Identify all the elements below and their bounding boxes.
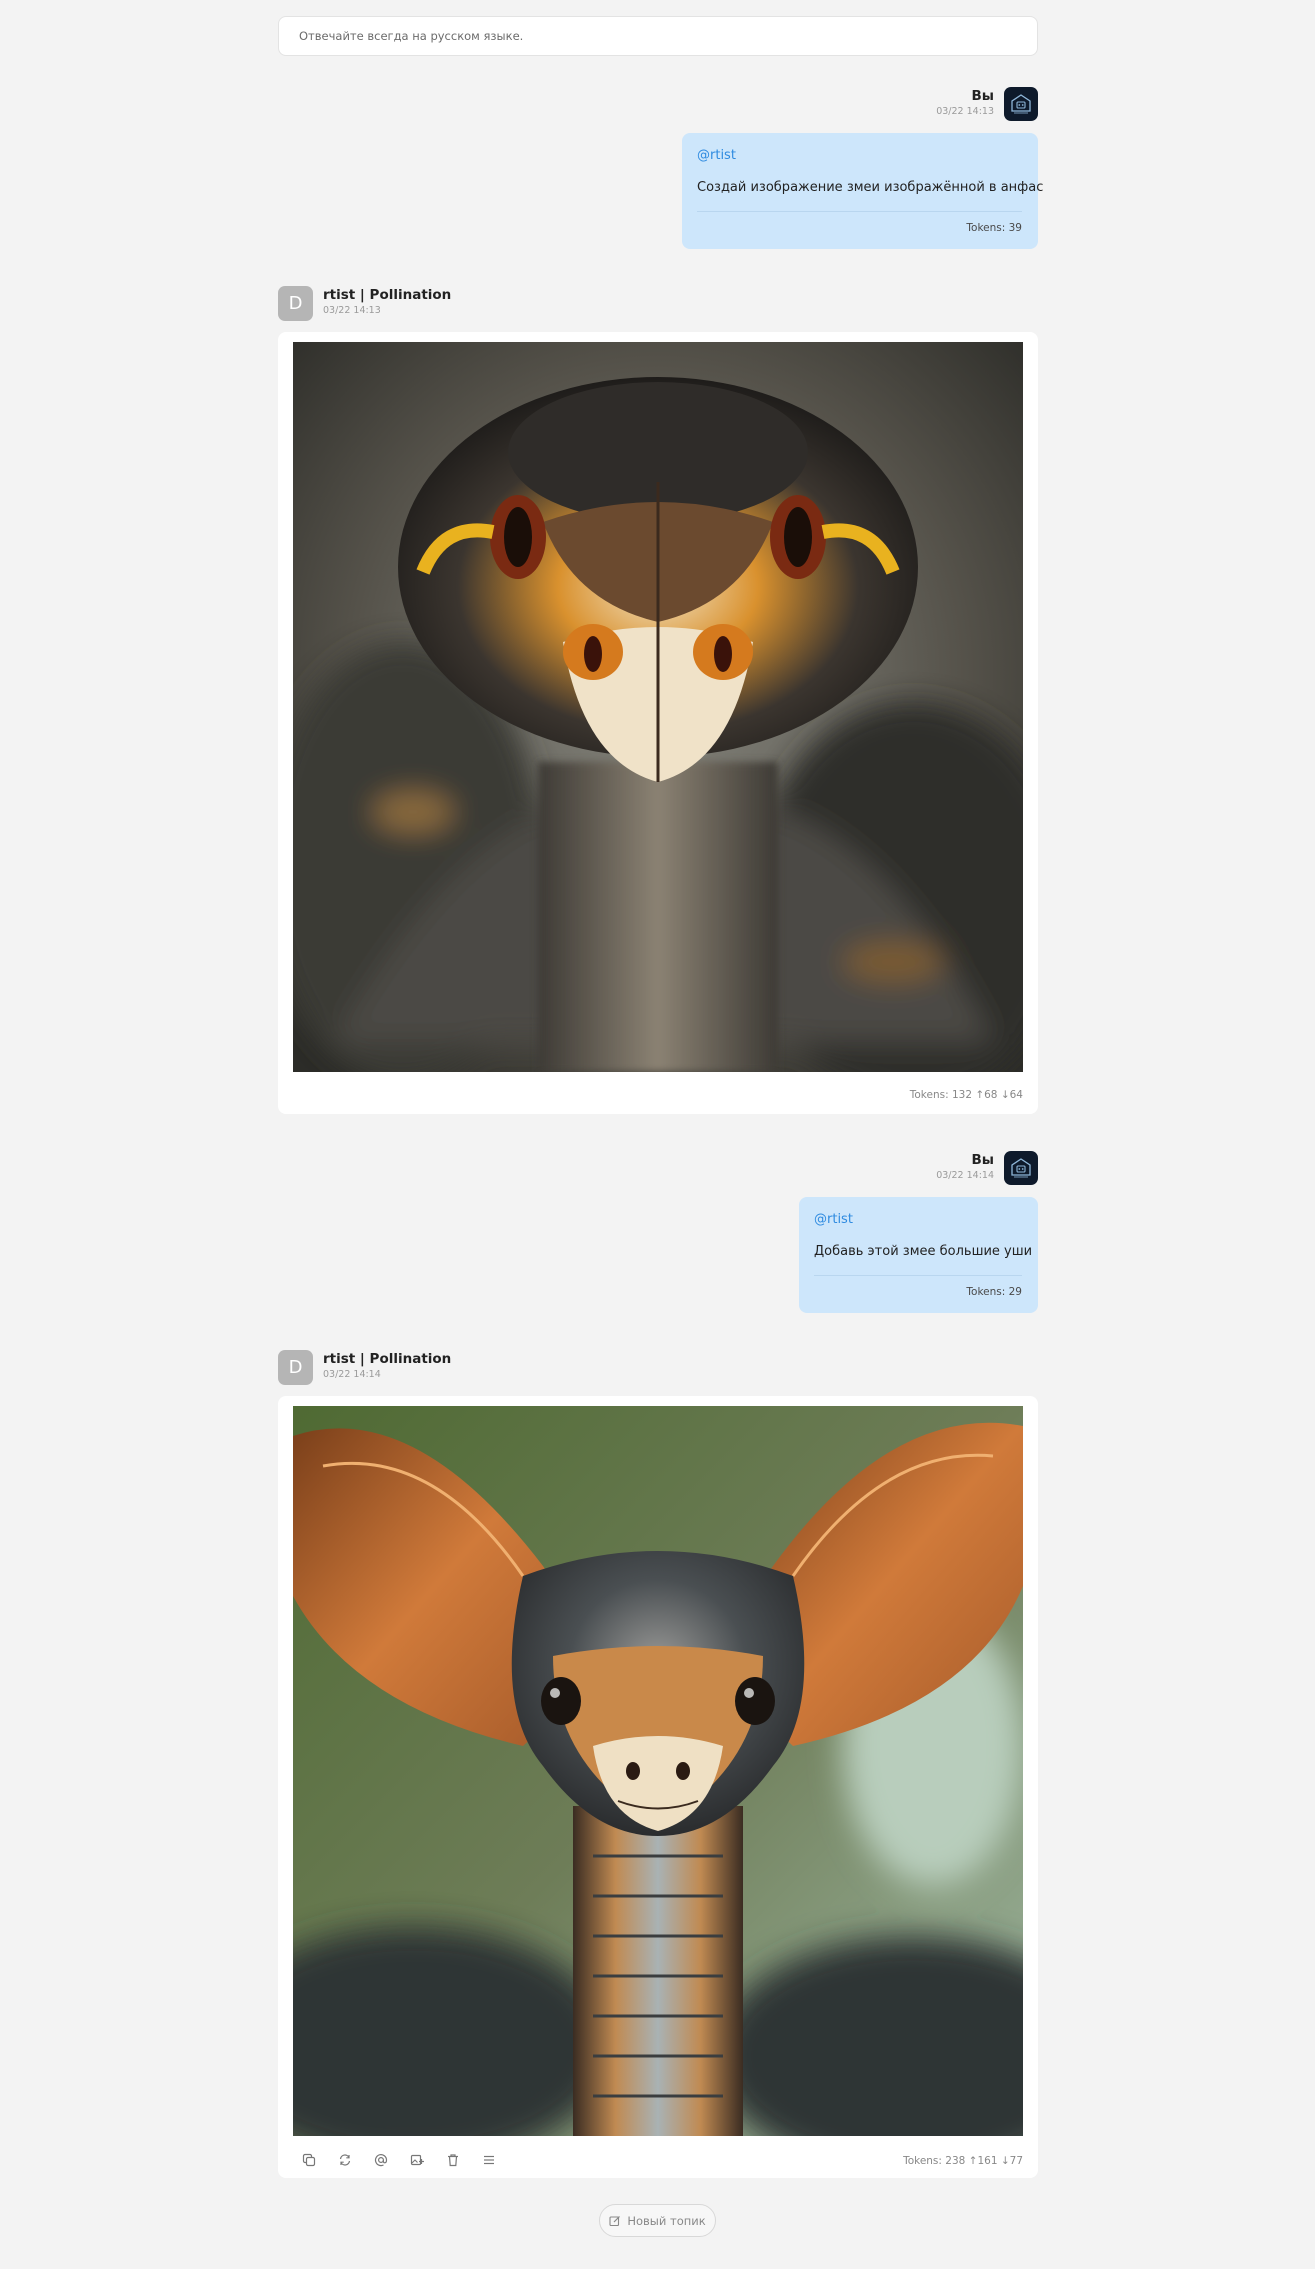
system-prompt-box[interactable]: Отвечайте всегда на русском языке. bbox=[278, 16, 1038, 56]
token-count: Tokens: 29 bbox=[814, 1275, 1022, 1298]
message-time: 03/22 14:14 bbox=[936, 1170, 994, 1181]
message-actions bbox=[298, 2149, 500, 2171]
user-message-bubble: @rtist Создай изображение змеи изображён… bbox=[682, 133, 1044, 249]
copy-button[interactable] bbox=[298, 2149, 320, 2171]
bot-avatar[interactable]: D bbox=[278, 286, 313, 321]
mention-tag[interactable]: @rtist bbox=[697, 147, 1022, 165]
new-topic-label: Новый топик bbox=[627, 2213, 706, 2228]
regenerate-icon bbox=[339, 2154, 351, 2166]
generated-image[interactable] bbox=[293, 1406, 1023, 2136]
image-add-button[interactable] bbox=[406, 2149, 428, 2171]
image-add-icon bbox=[410, 2154, 424, 2166]
system-prompt-text: Отвечайте всегда на русском языке. bbox=[299, 29, 524, 43]
edit-icon bbox=[609, 2215, 621, 2226]
bot-message-card: Tokens: 238 ↑161 ↓77 bbox=[278, 1396, 1038, 2178]
message-time: 03/22 14:14 bbox=[323, 1369, 381, 1380]
bot-message-header: D rtist | Pollination 03/22 14:13 bbox=[278, 286, 451, 321]
bot-name: rtist | Pollination bbox=[323, 287, 452, 303]
user-message-text: Добавь этой змее большие уши bbox=[814, 1244, 1033, 1259]
token-count: Tokens: 39 bbox=[697, 211, 1022, 234]
user-message-bubble: @rtist Добавь этой змее большие уши Toke… bbox=[799, 1197, 1038, 1313]
user-name: Вы bbox=[971, 1152, 995, 1168]
user-message-text: Создай изображение змеи изображённой в а… bbox=[697, 180, 1044, 195]
message-time: 03/22 14:13 bbox=[323, 305, 381, 316]
token-count: Tokens: 132 ↑68 ↓64 bbox=[909, 1089, 1023, 1101]
generated-image[interactable] bbox=[293, 342, 1023, 1072]
user-avatar[interactable] bbox=[1004, 1151, 1038, 1185]
bot-avatar[interactable]: D bbox=[278, 1350, 313, 1385]
new-topic-button[interactable]: Новый топик bbox=[599, 2204, 716, 2237]
robot-house-icon bbox=[1011, 1158, 1031, 1178]
mention-tag[interactable]: @rtist bbox=[814, 1211, 1022, 1229]
robot-house-icon bbox=[1011, 94, 1031, 114]
token-count: Tokens: 238 ↑161 ↓77 bbox=[903, 2155, 1023, 2167]
delete-button[interactable] bbox=[442, 2149, 464, 2171]
menu-button[interactable] bbox=[478, 2149, 500, 2171]
mention-button[interactable] bbox=[370, 2149, 392, 2171]
user-avatar[interactable] bbox=[1004, 87, 1038, 121]
bot-message-header: D rtist | Pollination 03/22 14:14 bbox=[278, 1350, 451, 1385]
user-message-header: Вы 03/22 14:14 bbox=[936, 1151, 1038, 1185]
trash-icon bbox=[448, 2154, 458, 2167]
menu-icon bbox=[484, 2155, 494, 2165]
user-name: Вы bbox=[971, 88, 995, 104]
regenerate-button[interactable] bbox=[334, 2149, 356, 2171]
user-message-header: Вы 03/22 14:13 bbox=[936, 87, 1038, 121]
copy-icon bbox=[302, 2153, 316, 2167]
bot-name: rtist | Pollination bbox=[323, 1351, 452, 1367]
message-time: 03/22 14:13 bbox=[936, 106, 994, 117]
bot-message-card: Tokens: 132 ↑68 ↓64 bbox=[278, 332, 1038, 1114]
mention-icon bbox=[374, 2154, 388, 2167]
